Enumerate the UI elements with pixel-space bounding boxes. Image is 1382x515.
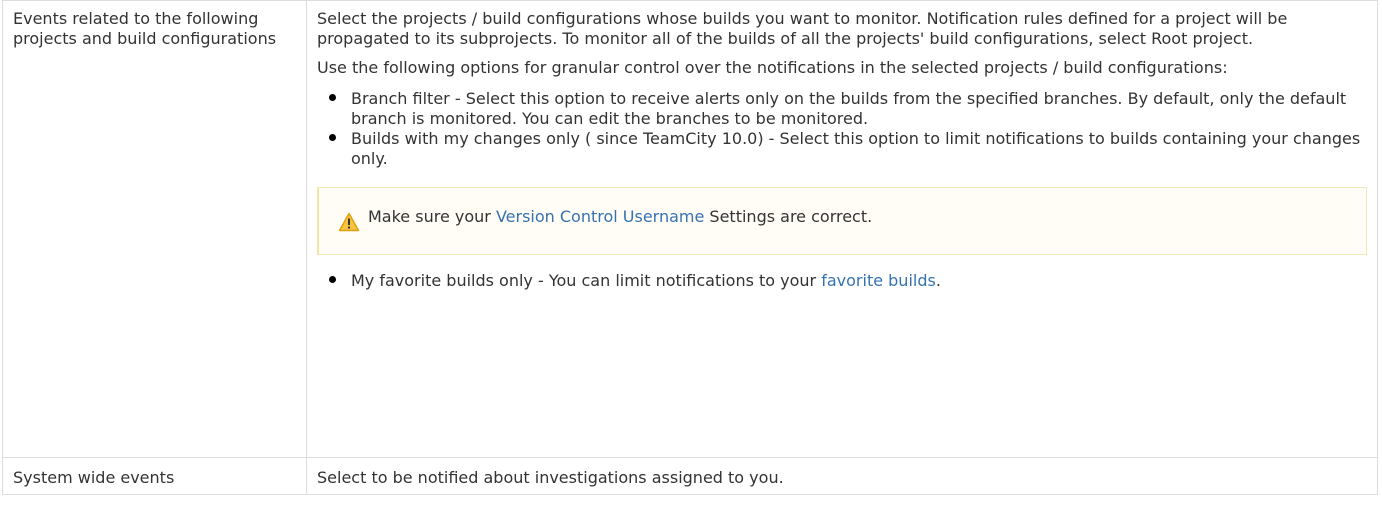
row-description: Select to be notified about investigatio… <box>317 468 784 487</box>
table-row: Events related to the following projects… <box>2 0 1378 458</box>
version-control-username-link[interactable]: Version Control Username <box>496 207 704 226</box>
row-label: System wide events <box>13 468 175 487</box>
row-label: Events related to the following projects… <box>13 9 277 48</box>
list-item: My favorite builds only - You can limit … <box>329 271 1367 291</box>
row-description-cell: Select to be notified about investigatio… <box>306 457 1378 495</box>
favorite-builds-link[interactable]: favorite builds <box>821 271 936 290</box>
row-label-cell: System wide events <box>2 457 307 495</box>
description-paragraph: Use the following options for granular c… <box>317 58 1228 77</box>
description-paragraph: Select the projects / build configuratio… <box>317 9 1288 48</box>
list-item: Builds with my changes only ( since Team… <box>329 129 1367 169</box>
table-row: System wide events Select to be notified… <box>2 457 1378 495</box>
options-list: My favorite builds only - You can limit … <box>317 271 1367 291</box>
list-item: Branch filter - Select this option to re… <box>329 89 1367 129</box>
row-description-cell: Select the projects / build configuratio… <box>306 0 1378 458</box>
row-label-cell: Events related to the following projects… <box>2 0 307 458</box>
warning-text: Make sure your Version Control Username … <box>368 207 873 226</box>
notification-rules-table: Events related to the following projects… <box>2 0 1378 495</box>
options-list: Branch filter - Select this option to re… <box>317 89 1367 169</box>
warning-panel: Make sure your Version Control Username … <box>317 187 1367 255</box>
warning-triangle-icon <box>338 212 360 232</box>
